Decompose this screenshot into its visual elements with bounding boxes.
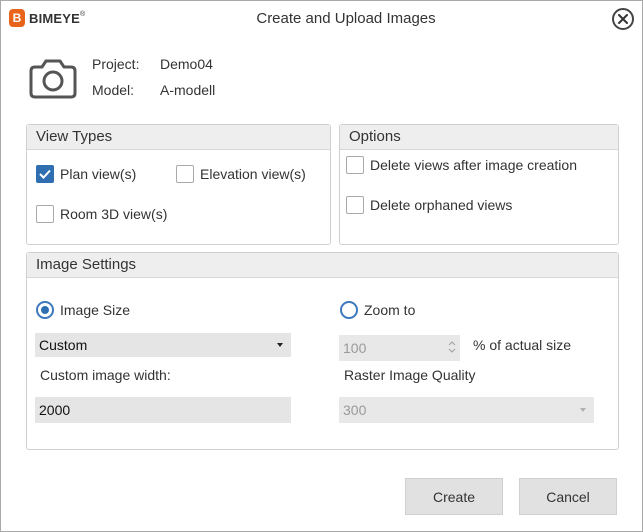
room-3d-views-label: Room 3D view(s) [60,206,168,222]
delete-orphaned-checkbox[interactable] [346,196,364,214]
custom-width-input[interactable]: 2000 [35,397,291,423]
chevron-down-icon [277,343,283,347]
model-label: Model: [92,82,135,98]
zoom-to-label: Zoom to [364,302,416,318]
raster-quality-label: Raster Image Quality [344,367,476,383]
chevron-down-icon [580,408,586,412]
image-size-select-value: Custom [39,337,88,353]
image-size-radio[interactable] [36,301,54,319]
window-title: Create and Upload Images [256,10,436,27]
image-settings-header: Image Settings [27,253,618,278]
custom-width-value: 2000 [39,402,71,418]
zoom-to-radio[interactable] [340,301,358,319]
zoom-percent-value: 100 [343,340,367,356]
options-header: Options [340,125,618,150]
spinner-arrows-icon [448,341,456,353]
project-label: Project: [92,56,140,72]
cancel-button[interactable]: Cancel [519,478,617,515]
model-value: A-modell [160,82,216,98]
delete-orphaned-label: Delete orphaned views [370,197,513,213]
create-button[interactable]: Create [405,478,503,515]
delete-after-creation-checkbox[interactable] [346,156,364,174]
view-types-header: View Types [27,125,330,150]
elevation-views-label: Elevation view(s) [200,166,306,182]
custom-width-label: Custom image width: [40,367,171,383]
image-size-select[interactable]: Custom [35,333,291,357]
elevation-views-checkbox[interactable] [176,165,194,183]
close-icon [618,14,628,24]
plan-views-label: Plan view(s) [60,166,137,182]
view-types-group: View Types Plan view(s) Elevation view(s… [26,124,331,245]
close-button[interactable] [612,8,634,30]
check-icon [39,169,51,179]
delete-after-creation-label: Delete views after image creation [370,157,577,173]
radio-selected-dot [41,306,49,314]
zoom-percent-suffix: % of actual size [473,337,572,353]
options-group: Options Delete views after image creatio… [339,124,619,245]
raster-quality-value: 300 [343,402,367,418]
raster-quality-select[interactable]: 300 [339,397,594,423]
image-settings-group: Image Settings Image Size Zoom to Custom… [26,252,619,450]
plan-views-checkbox[interactable] [36,165,54,183]
image-size-label: Image Size [60,302,131,318]
camera-icon [29,59,77,99]
project-value: Demo04 [160,56,213,72]
zoom-percent-stepper[interactable]: 100 [339,335,460,361]
room-3d-views-checkbox[interactable] [36,205,54,223]
dialog-window: B BIMEYE® Create and Upload Images Proje… [0,0,643,532]
